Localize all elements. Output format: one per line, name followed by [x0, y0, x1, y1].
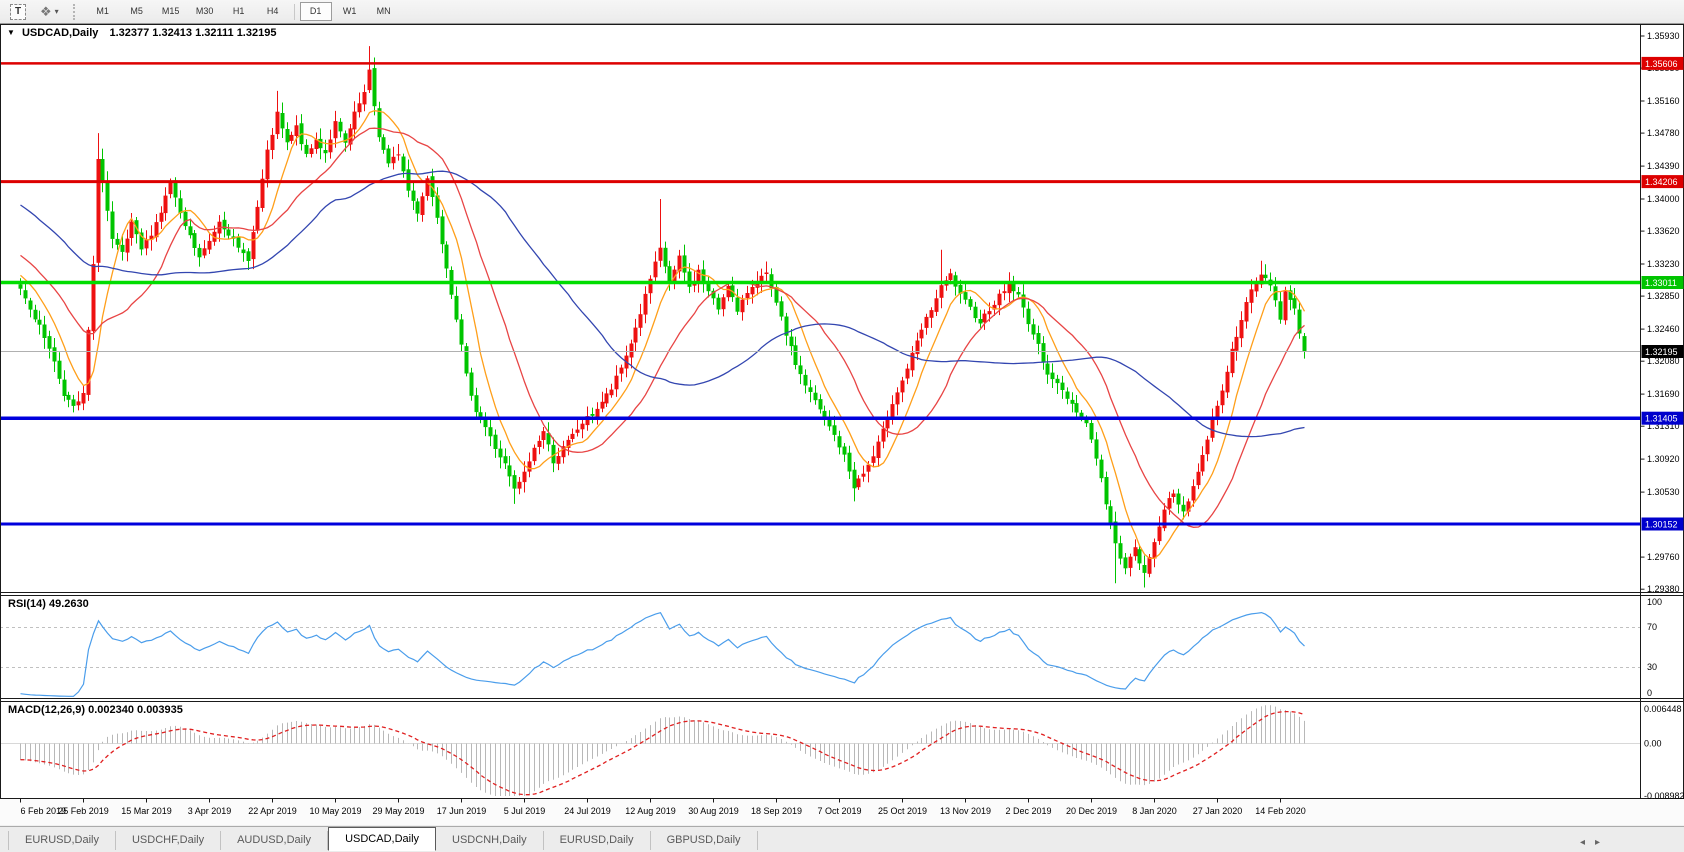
rsi-axis-label: 70: [1647, 622, 1657, 632]
timeframe-button-m30[interactable]: M30: [189, 2, 221, 21]
time-tick-label: 24 Jul 2019: [564, 806, 611, 816]
price-badge-label: 1.32195: [1645, 347, 1678, 357]
price-tick-label: 1.33230: [1647, 259, 1680, 269]
price-tick-label: 1.29380: [1647, 584, 1680, 594]
chart-window-background: [1, 25, 1683, 798]
tab-scroll-right-button[interactable]: ▸: [1595, 837, 1600, 848]
price-badge-label: 1.31405: [1645, 414, 1678, 424]
rsi-indicator-label: RSI(14) 49.2630: [8, 598, 89, 610]
time-tick-label: 7 Oct 2019: [817, 806, 861, 816]
chart-canvas[interactable]: 1.359301.355501.351601.347801.343901.340…: [0, 0, 1684, 826]
time-tick-label: 27 Jan 2020: [1193, 806, 1243, 816]
top-toolbar: T ❖ ▾ M1 M5 M15 M30 H1 H4 D1 W1 MN: [0, 0, 1684, 24]
time-tick-label: 25 Feb 2019: [58, 806, 109, 816]
tab-usdcnh-daily[interactable]: USDCNH,Daily: [436, 831, 544, 850]
timeframe-button-h4[interactable]: H4: [257, 2, 289, 21]
mt4-terminal: { "toolbar": { "text_tool": "T", "arrang…: [0, 0, 1684, 852]
timeframe-button-w1[interactable]: W1: [334, 2, 366, 21]
time-tick-label: 22 Apr 2019: [248, 806, 297, 816]
tab-usdcad-daily[interactable]: USDCAD,Daily: [328, 827, 437, 851]
timeframe-button-m1[interactable]: M1: [87, 2, 119, 21]
price-tick-label: 1.32850: [1647, 291, 1680, 301]
time-tick-label: 25 Oct 2019: [878, 806, 927, 816]
time-tick-label: 20 Dec 2019: [1066, 806, 1117, 816]
rsi-axis-label: 0: [1647, 688, 1652, 698]
time-tick-label: 12 Aug 2019: [625, 806, 676, 816]
macd-axis-label: 0.00: [1644, 739, 1662, 749]
time-tick-label: 30 Aug 2019: [688, 806, 739, 816]
time-tick-label: 10 May 2019: [309, 806, 361, 816]
price-tick-label: 1.29760: [1647, 552, 1680, 562]
price-badge-label: 1.35606: [1645, 59, 1678, 69]
arrange-windows-icon: ❖: [40, 3, 52, 19]
price-tick-label: 1.35160: [1647, 96, 1680, 106]
tab-scroll-left-button[interactable]: ◂: [1580, 837, 1585, 848]
price-tick-label: 1.34780: [1647, 128, 1680, 138]
time-tick-label: 14 Feb 2020: [1255, 806, 1306, 816]
tab-scroll-arrows: ◂ ▸: [1580, 837, 1600, 848]
macd-axis-label: -0.008982: [1644, 791, 1684, 801]
tab-eurusd-daily[interactable]: EURUSD,Daily: [8, 831, 116, 850]
time-tick-label: 5 Jul 2019: [504, 806, 546, 816]
timeframe-toolbar: M1 M5 M15 M30 H1 H4 D1 W1 MN: [86, 0, 401, 23]
timeframe-button-m5[interactable]: M5: [121, 2, 153, 21]
tab-eurusd-daily[interactable]: EURUSD,Daily: [544, 831, 651, 850]
price-tick-label: 1.35930: [1647, 31, 1680, 41]
price-tick-label: 1.30920: [1647, 454, 1680, 464]
time-tick-label: 17 Jun 2019: [437, 806, 487, 816]
price-tick-label: 1.34000: [1647, 194, 1680, 204]
chart-ohlc-values: 1.32377 1.32413 1.32111 1.32195: [109, 27, 277, 39]
chart-tab-bar: EURUSD,Daily USDCHF,Daily AUDUSD,Daily USDC…: [0, 826, 1684, 852]
price-tick-label: 1.31690: [1647, 389, 1680, 399]
price-badge-label: 1.34206: [1645, 177, 1678, 187]
time-tick-label: 18 Sep 2019: [751, 806, 802, 816]
time-tick-label: 3 Apr 2019: [188, 806, 232, 816]
time-tick-label: 29 May 2019: [372, 806, 424, 816]
text-tool-icon: T: [10, 3, 26, 20]
dropdown-caret-icon: ▾: [54, 7, 59, 16]
time-tick-label: 8 Jan 2020: [1132, 806, 1177, 816]
price-tick-label: 1.30530: [1647, 487, 1680, 497]
chart-title: ▼ USDCAD,Daily 1.32377 1.32413 1.32111 1…: [7, 27, 276, 39]
timeframe-button-d1[interactable]: D1: [299, 2, 332, 21]
chart-tabs: EURUSD,Daily USDCHF,Daily AUDUSD,Daily USDC…: [8, 827, 758, 852]
price-tick-label: 1.32460: [1647, 324, 1680, 334]
timeframe-button-h1[interactable]: H1: [223, 2, 255, 21]
toolbar-separator: [293, 3, 295, 20]
macd-indicator-label: MACD(12,26,9) 0.002340 0.003935: [8, 704, 183, 716]
rsi-axis-label: 100: [1647, 597, 1662, 607]
price-tick-label: 1.33620: [1647, 226, 1680, 236]
text-tool-button[interactable]: T: [6, 3, 30, 21]
arrange-windows-button[interactable]: ❖ ▾: [36, 3, 63, 21]
tab-audusd-daily[interactable]: AUDUSD,Daily: [221, 831, 329, 850]
price-badge-label: 1.33011: [1645, 278, 1677, 288]
rsi-axis-label: 30: [1647, 662, 1657, 672]
chart-symbol-label: USDCAD,Daily: [21, 27, 99, 39]
timeframe-button-mn[interactable]: MN: [368, 2, 400, 21]
macd-axis-label: 0.006448: [1644, 704, 1682, 714]
chart-dropdown-icon[interactable]: ▼: [7, 28, 15, 37]
tab-usdchf-daily[interactable]: USDCHF,Daily: [116, 831, 222, 850]
time-tick-label: 2 Dec 2019: [1005, 806, 1051, 816]
time-tick-label: 13 Nov 2019: [940, 806, 991, 816]
toolbar-grip: [72, 3, 82, 20]
price-badge-label: 1.30152: [1645, 520, 1678, 530]
time-tick-label: 15 Mar 2019: [121, 806, 172, 816]
timeframe-button-m15[interactable]: M15: [155, 2, 187, 21]
price-tick-label: 1.34390: [1647, 161, 1680, 171]
tab-gbpusd-daily[interactable]: GBPUSD,Daily: [651, 831, 758, 850]
